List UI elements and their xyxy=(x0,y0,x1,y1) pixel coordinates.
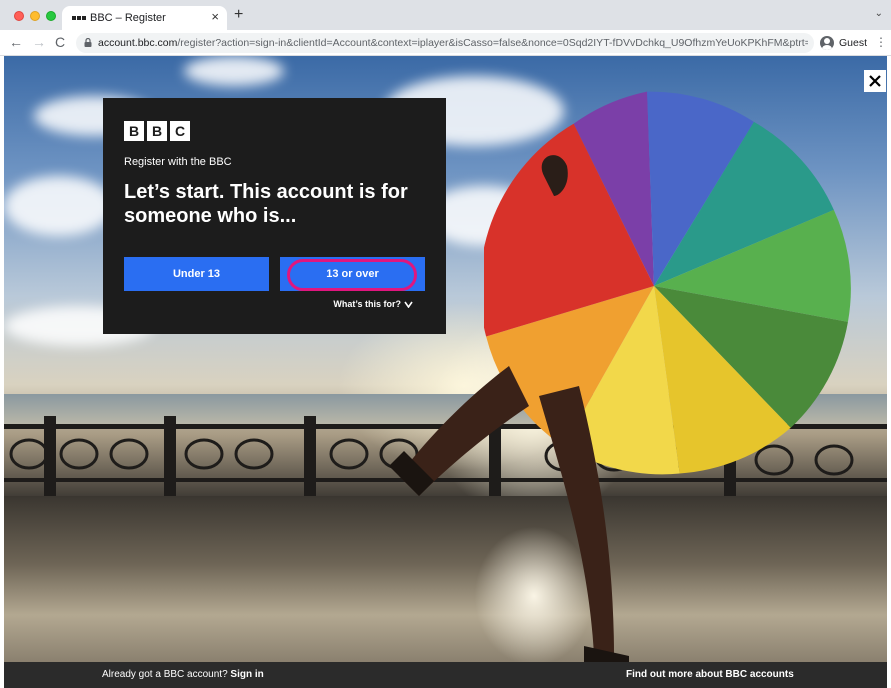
highlight-annotation xyxy=(287,259,417,291)
profile-button[interactable]: Guest xyxy=(820,33,867,53)
page-content: B B C Register with the BBC Let’s start.… xyxy=(4,56,887,688)
find-out-more-link[interactable]: Find out more about BBC accounts xyxy=(626,669,794,680)
url-path: /register?action=sign-in&clientId=Accoun… xyxy=(177,37,808,49)
lock-icon xyxy=(84,38,92,47)
forward-arrow-icon[interactable]: → xyxy=(32,34,46,50)
panel-subtitle: Register with the BBC xyxy=(124,156,232,168)
bbc-favicon-icon xyxy=(72,16,86,20)
sign-in-prompt: Already got a BBC account? Sign in xyxy=(102,669,264,680)
close-window-button[interactable] xyxy=(14,11,24,21)
logo-letter: C xyxy=(170,121,190,141)
page-title: Let’s start. This account is for someone… xyxy=(124,181,408,227)
logo-letter: B xyxy=(147,121,167,141)
profile-label: Guest xyxy=(839,37,868,49)
bbc-logo: B B C xyxy=(124,121,190,141)
registration-panel: B B C Register with the BBC Let’s start.… xyxy=(103,98,446,334)
url-text: account.bbc.com/register?action=sign-in&… xyxy=(98,37,808,49)
new-tab-button[interactable]: + xyxy=(234,7,243,23)
tab-search-chevron-icon[interactable]: ⌄ xyxy=(875,8,883,19)
page-footer: Already got a BBC account? Sign in Find … xyxy=(4,662,887,688)
browser-tab-bar: BBC – Register × + ⌄ xyxy=(0,0,891,30)
url-host: account.bbc.com xyxy=(98,37,178,49)
chevron-down-icon xyxy=(404,301,413,308)
whats-this-for-link[interactable]: What’s this for? xyxy=(333,299,413,309)
minimize-window-button[interactable] xyxy=(30,11,40,21)
tab-close-icon[interactable]: × xyxy=(211,10,219,24)
back-arrow-icon[interactable]: ← xyxy=(9,34,23,50)
browser-menu-icon[interactable]: ⋮ xyxy=(875,36,887,48)
sign-in-link[interactable]: Sign in xyxy=(230,669,263,680)
browser-toolbar: ← → C account.bbc.com/register?action=si… xyxy=(0,30,891,56)
whats-this-label: What’s this for? xyxy=(333,299,401,309)
tab-title: BBC – Register xyxy=(90,12,166,24)
logo-letter: B xyxy=(124,121,144,141)
address-bar[interactable]: account.bbc.com/register?action=sign-in&… xyxy=(76,33,814,53)
maximize-window-button[interactable] xyxy=(46,11,56,21)
already-text: Already got a BBC account? xyxy=(102,669,228,680)
close-x-glyph xyxy=(869,75,881,87)
reload-icon[interactable]: C xyxy=(55,34,65,50)
cloud-decoration xyxy=(184,56,284,86)
avatar-icon xyxy=(820,36,834,50)
under-13-button[interactable]: Under 13 xyxy=(124,257,269,291)
cloud-decoration xyxy=(4,176,114,236)
browser-tab[interactable]: BBC – Register × xyxy=(62,6,227,30)
close-icon[interactable] xyxy=(864,70,886,92)
